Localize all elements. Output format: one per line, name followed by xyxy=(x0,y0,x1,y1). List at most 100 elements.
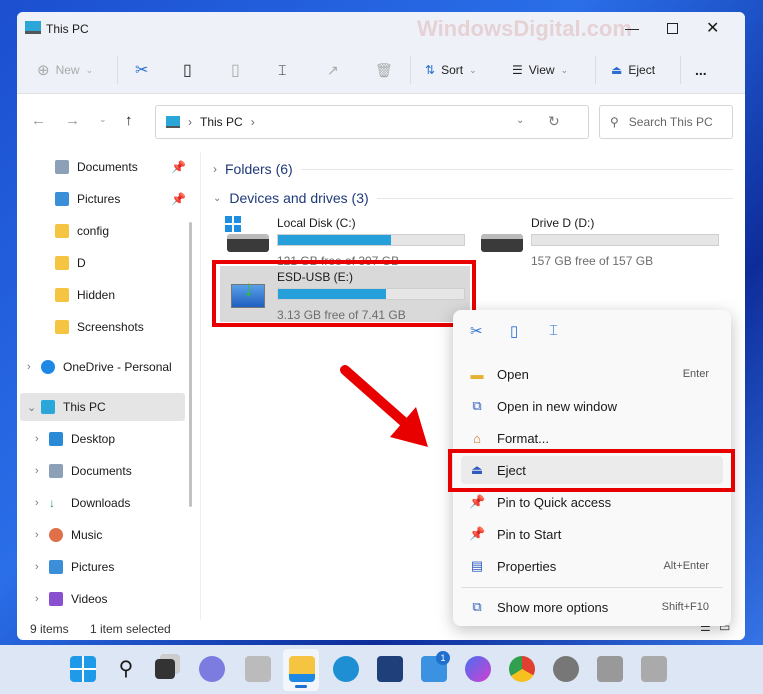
view-button[interactable]: ☰ View ⌄ xyxy=(512,58,568,82)
delete-button[interactable]: 🗑 xyxy=(375,58,393,82)
copy-icon[interactable]: ▯ xyxy=(510,322,518,340)
maximize-button[interactable] xyxy=(667,23,678,34)
folders-section-header[interactable]: › Folders (6) xyxy=(213,161,733,177)
command-bar: ⊕ New ⌄ ✂ ▯ ▯ ⌶ ↗ 🗑 ⇅ Sort ⌄ ☰ View ⌄ ⏏ Eject .… xyxy=(17,46,745,94)
address-dropdown[interactable]: ⌄ xyxy=(516,115,524,126)
more-options-button[interactable]: ... xyxy=(695,58,707,82)
chevron-down-icon: ⌄ xyxy=(27,401,37,414)
label: Format... xyxy=(497,430,550,446)
app-icon-2[interactable] xyxy=(641,656,667,682)
windows-logo-icon xyxy=(225,216,241,232)
address-bar[interactable]: › This PC › ⌄ ↻ xyxy=(155,105,589,139)
paste-icon: ▯ xyxy=(231,62,240,79)
cut-button[interactable]: ✂ xyxy=(135,58,148,82)
properties-icon: ▤ xyxy=(470,558,484,573)
search-box[interactable]: ⚲ Search This PC xyxy=(599,105,733,139)
new-button[interactable]: ⊕ New ⌄ xyxy=(37,58,93,82)
refresh-button[interactable]: ↻ xyxy=(548,113,560,130)
sidebar-item-documents[interactable]: Documents 📌 xyxy=(55,153,223,181)
eject-button[interactable]: ⏏ Eject xyxy=(611,58,655,82)
sidebar-item-d[interactable]: D xyxy=(55,249,223,277)
selection-count: 1 item selected xyxy=(90,622,171,636)
sidebar-item-desktop[interactable]: › Desktop xyxy=(35,425,203,453)
back-button[interactable]: ← xyxy=(31,112,46,129)
sidebar-item-downloads[interactable]: › ↓ Downloads xyxy=(35,489,203,517)
active-indicator xyxy=(295,685,307,688)
menu-item-pin-start[interactable]: 📌 Pin to Start xyxy=(461,520,723,548)
rename-icon[interactable]: ⌶ xyxy=(549,322,558,339)
new-window-icon: ⧉ xyxy=(472,398,482,413)
devices-section-header[interactable]: ⌄ Devices and drives (3) xyxy=(213,190,733,206)
drive-d[interactable]: Drive D (D:) 157 GB free of 157 GB xyxy=(471,212,721,274)
start-button[interactable] xyxy=(70,656,96,682)
recent-dropdown[interactable]: ⌄ xyxy=(99,114,107,125)
minimize-button[interactable]: — xyxy=(625,20,639,36)
videos-icon xyxy=(49,592,63,606)
label: D xyxy=(77,256,86,270)
sidebar-item-videos[interactable]: › Videos xyxy=(35,585,203,613)
menu-item-open-new-window[interactable]: ⧉ Open in new window xyxy=(461,392,723,420)
app-icon-1[interactable] xyxy=(597,656,623,682)
widgets-icon[interactable] xyxy=(245,656,271,682)
scissors-icon: ✂ xyxy=(135,62,149,79)
sort-icon: ⇅ xyxy=(425,63,436,77)
highlight-box-usb xyxy=(212,260,476,327)
chrome-icon[interactable] xyxy=(509,656,535,682)
search-icon: ⚲ xyxy=(610,115,619,129)
up-button[interactable]: ↑ xyxy=(125,112,133,129)
music-icon xyxy=(49,528,63,542)
paste-button[interactable]: ▯ xyxy=(231,58,240,82)
share-button[interactable]: ↗ xyxy=(327,58,339,82)
messenger-icon[interactable] xyxy=(465,656,491,682)
forward-button[interactable]: → xyxy=(65,112,80,129)
mail-badge: 1 xyxy=(436,651,450,665)
trash-icon: 🗑 xyxy=(375,61,393,78)
section-title: Folders (6) xyxy=(225,161,293,177)
folder-icon xyxy=(55,224,69,238)
rename-button[interactable]: ⌶ xyxy=(278,58,286,82)
menu-item-format[interactable]: ⌂ Format... xyxy=(461,424,723,452)
sidebar-item-pictures[interactable]: Pictures 📌 xyxy=(55,185,223,213)
sort-button[interactable]: ⇅ Sort ⌄ xyxy=(425,58,477,82)
sidebar-item-pictures-pc[interactable]: › Pictures xyxy=(35,553,203,581)
edge-icon[interactable] xyxy=(333,656,359,682)
documents-icon xyxy=(49,464,63,478)
sidebar-item-screenshots[interactable]: Screenshots xyxy=(55,313,223,341)
label: Open in new window xyxy=(497,398,617,414)
window-title: This PC xyxy=(46,22,89,36)
taskbar: ⚲ 1 xyxy=(0,645,763,694)
search-button[interactable]: ⚲ xyxy=(113,656,139,682)
chevron-down-icon: ⌄ xyxy=(85,64,94,75)
title-bar: This PC WindowsDigital.com — ✕ xyxy=(17,12,745,46)
label: Properties xyxy=(497,558,557,574)
chevron-right-icon: › xyxy=(35,561,39,573)
store-icon[interactable] xyxy=(377,656,403,682)
sidebar-item-hidden[interactable]: Hidden xyxy=(55,281,223,309)
label: Pin to Quick access xyxy=(497,494,612,510)
menu-item-open[interactable]: ▬ Open Enter xyxy=(461,360,723,388)
sidebar-item-onedrive[interactable]: › OneDrive - Personal xyxy=(27,353,195,381)
copy-button[interactable]: ▯ xyxy=(183,58,192,82)
sidebar-item-documents-pc[interactable]: › Documents xyxy=(35,457,203,485)
close-button[interactable]: ✕ xyxy=(706,18,719,38)
label: Videos xyxy=(71,592,108,606)
menu-item-show-more-options[interactable]: ⧉ Show more options Shift+F10 xyxy=(461,593,723,621)
settings-icon[interactable] xyxy=(553,656,579,682)
label: Downloads xyxy=(71,496,131,510)
breadcrumb-this-pc[interactable]: This PC xyxy=(200,115,243,129)
sidebar-item-this-pc[interactable]: ⌄ This PC xyxy=(20,393,185,421)
task-view-button[interactable] xyxy=(155,659,175,679)
label: Music xyxy=(71,528,103,542)
sidebar-item-music[interactable]: › Music xyxy=(35,521,203,549)
drive-usage-bar xyxy=(531,234,719,246)
eject-label: Eject xyxy=(628,63,656,77)
sidebar-item-config[interactable]: config xyxy=(55,217,223,245)
cut-icon[interactable]: ✂ xyxy=(470,322,483,340)
teams-chat-icon[interactable] xyxy=(199,656,225,682)
menu-item-properties[interactable]: ▤ Properties Alt+Enter xyxy=(461,552,723,580)
section-title: Devices and drives (3) xyxy=(229,190,369,206)
label: OneDrive - Personal xyxy=(63,360,172,374)
menu-item-pin-quick-access[interactable]: 📌 Pin to Quick access xyxy=(461,488,723,516)
file-explorer-icon[interactable] xyxy=(289,656,315,682)
sidebar-scrollbar[interactable] xyxy=(189,222,192,507)
